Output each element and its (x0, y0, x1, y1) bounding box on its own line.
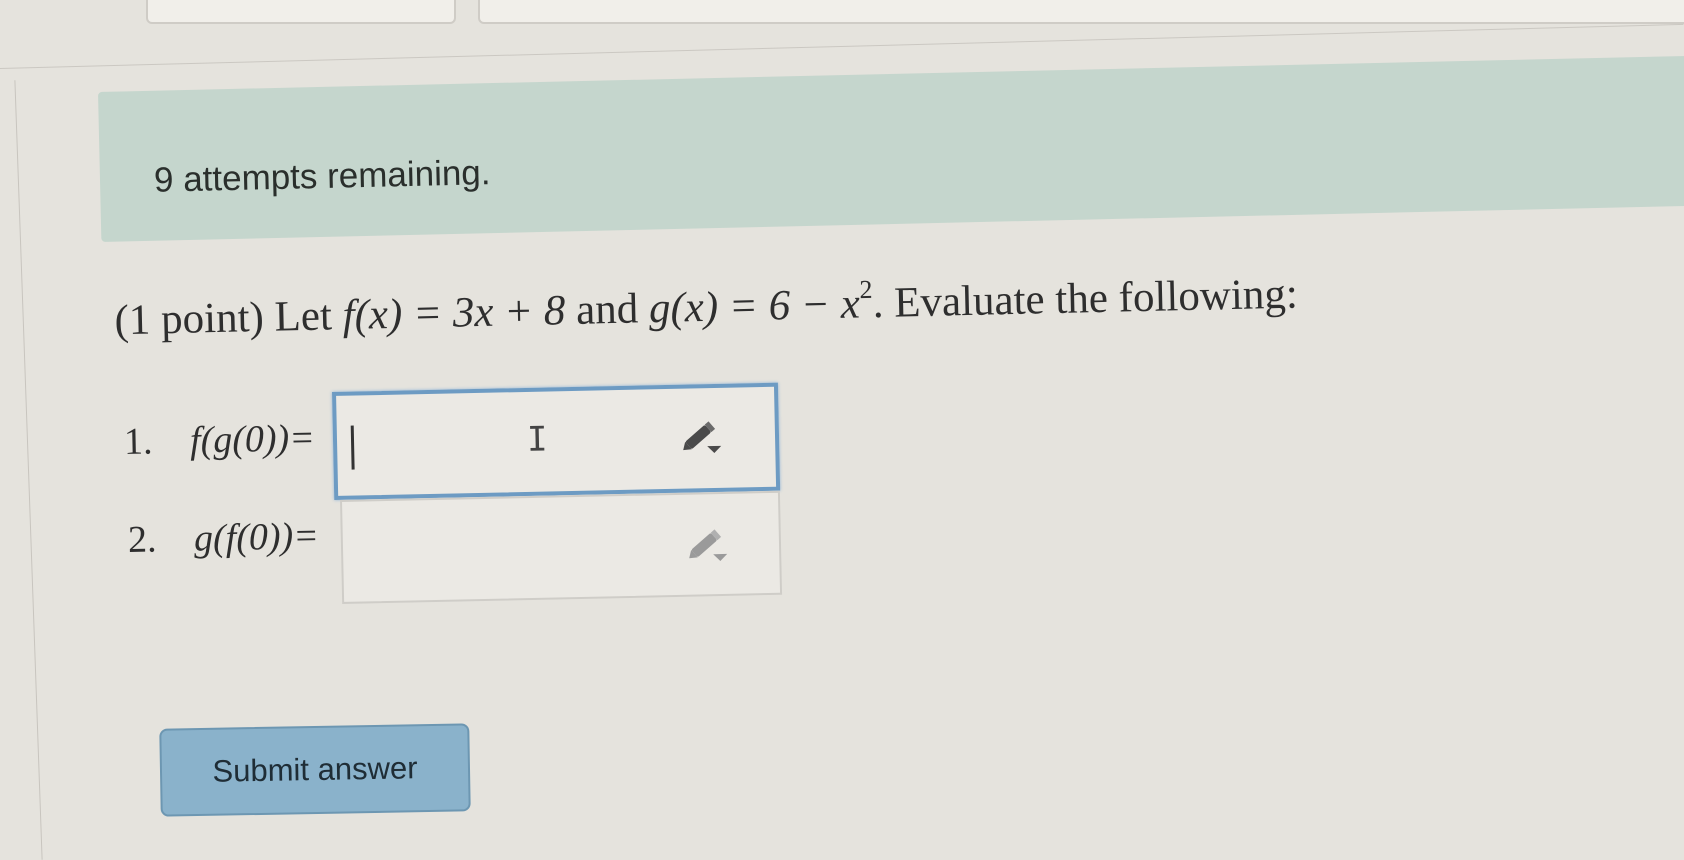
pencil-dropdown-icon[interactable] (683, 524, 734, 565)
page-edge (14, 80, 43, 860)
question-2-label: 2. g(f(0))= (128, 514, 320, 562)
submit-answer-button[interactable]: Submit answer (159, 723, 471, 817)
top-control-right[interactable] (478, 0, 1684, 24)
attempts-banner: 9 attempts remaining. (98, 55, 1684, 242)
question-1-label: 1. f(g(0))= (124, 416, 316, 464)
question-expression: g(f(0))= (193, 515, 320, 560)
top-control-left[interactable] (146, 0, 456, 24)
question-expression: f(g(0))= (189, 417, 316, 462)
answer-input-1[interactable]: I (332, 382, 781, 500)
pencil-dropdown-icon[interactable] (677, 416, 728, 457)
problem-let: Let (274, 292, 333, 341)
g-definition: g(x) = 6 − x (648, 280, 861, 333)
ibeam-icon: I (526, 419, 548, 460)
problem-instruction: . Evaluate the following: (872, 270, 1299, 328)
problem-points: (1 point) (114, 293, 265, 345)
g-exponent: 2 (859, 274, 873, 305)
problem-statement: (1 point) Let f(x) = 3x + 8 and g(x) = 6… (114, 269, 1298, 345)
question-number: 1. (123, 420, 153, 463)
attempts-remaining-text: 9 attempts remaining. (153, 153, 491, 200)
text-cursor-icon (350, 425, 355, 470)
f-definition: f(x) = 3x + 8 (342, 287, 566, 340)
problem-and: and (575, 285, 639, 334)
question-number: 2. (127, 518, 157, 561)
answer-input-2[interactable] (340, 490, 783, 604)
